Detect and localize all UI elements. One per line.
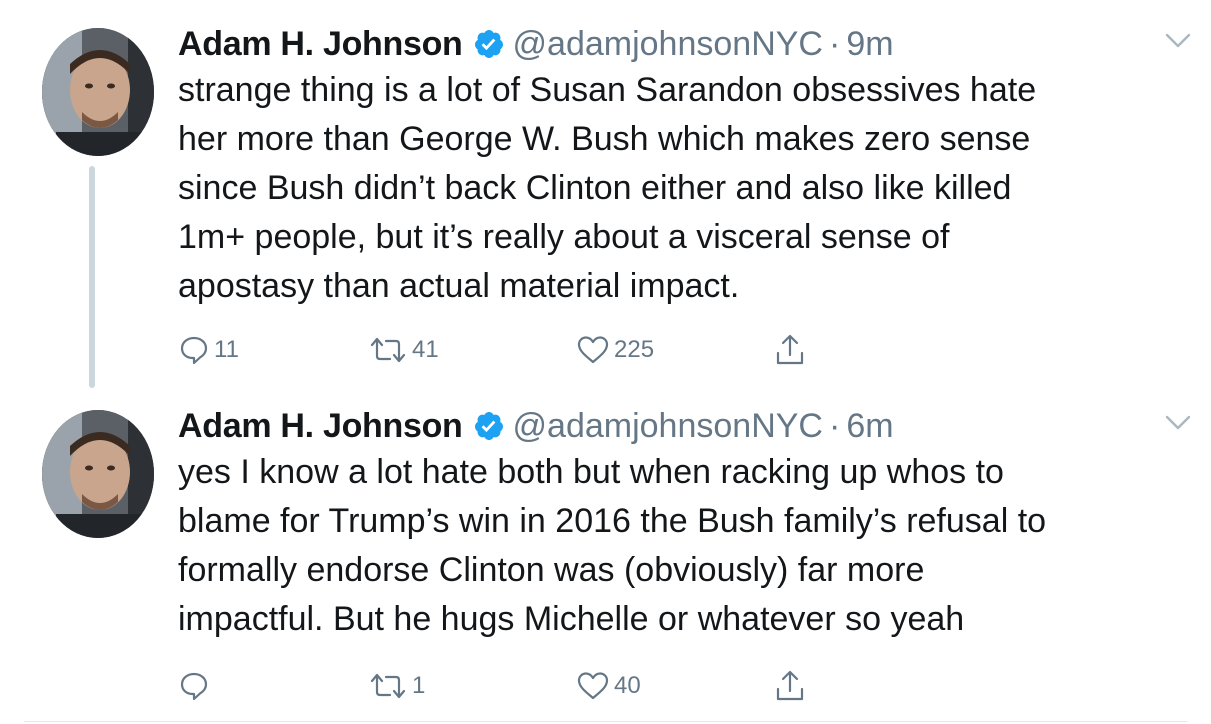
tweet-text-line: apostasy than actual material impact. xyxy=(178,267,740,305)
avatar[interactable] xyxy=(42,28,154,156)
tweet[interactable]: Adam H. Johnson @adamjohnsonNYC · 6m yes… xyxy=(0,390,1211,724)
like-button[interactable]: 40 xyxy=(576,666,641,706)
tweet-text: strange thing is a lot of Susan Sarandon… xyxy=(178,66,1188,311)
tweet-text-line: formally endorse Clinton was (obviously)… xyxy=(178,551,925,589)
header-separator: · xyxy=(828,24,841,63)
retweet-count: 1 xyxy=(412,672,426,699)
avatar[interactable] xyxy=(42,410,154,538)
author-handle[interactable]: @adamjohnsonNYC xyxy=(513,407,823,446)
avatar-image xyxy=(42,410,154,538)
retweet-icon xyxy=(370,673,406,699)
retweet-button[interactable]: 1 xyxy=(368,666,425,706)
share-button[interactable] xyxy=(774,330,806,370)
caret-down-icon[interactable] xyxy=(1165,414,1191,432)
author-name[interactable]: Adam H. Johnson xyxy=(178,407,463,446)
like-count: 225 xyxy=(614,336,655,363)
tweet-text: yes I know a lot hate both but when rack… xyxy=(178,448,1188,644)
tweet-text-line: yes I know a lot hate both but when rack… xyxy=(178,453,1004,491)
reply-button[interactable] xyxy=(178,666,214,706)
verified-icon xyxy=(473,28,505,60)
bottom-divider xyxy=(24,721,1187,722)
tweet-text-line: 1m+ people, but it’s really about a visc… xyxy=(178,218,950,256)
thread-connector-line xyxy=(89,166,95,388)
like-icon xyxy=(577,336,609,364)
share-icon xyxy=(776,334,804,365)
reply-button[interactable]: 11 xyxy=(178,330,239,370)
author-handle[interactable]: @adamjohnsonNYC xyxy=(513,25,823,64)
share-icon xyxy=(776,670,804,701)
reply-icon xyxy=(180,672,208,701)
share-button[interactable] xyxy=(774,666,806,706)
tweet-text-line: blame for Trump’s win in 2016 the Bush f… xyxy=(178,502,1047,540)
retweet-count: 41 xyxy=(412,336,439,363)
tweet-header: Adam H. Johnson @adamjohnsonNYC · 9m xyxy=(178,22,894,66)
like-count: 40 xyxy=(614,672,641,699)
tweet-timestamp[interactable]: 9m xyxy=(846,25,893,64)
tweet-text-line: impactful. But he hugs Michelle or whate… xyxy=(178,600,965,638)
tweet-header: Adam H. Johnson @adamjohnsonNYC · 6m xyxy=(178,404,894,448)
tweet-text-line: since Bush didn’t back Clinton either an… xyxy=(178,169,1012,207)
header-separator: · xyxy=(828,406,841,445)
caret-down-icon[interactable] xyxy=(1165,32,1191,50)
reply-icon xyxy=(180,336,208,365)
author-name[interactable]: Adam H. Johnson xyxy=(178,25,463,64)
avatar-image xyxy=(42,28,154,156)
tweet[interactable]: Adam H. Johnson @adamjohnsonNYC · 9m str… xyxy=(0,0,1211,390)
like-icon xyxy=(577,672,609,700)
tweet-text-line: strange thing is a lot of Susan Sarandon… xyxy=(178,71,1037,109)
retweet-icon xyxy=(370,337,406,363)
verified-icon xyxy=(473,410,505,442)
like-button[interactable]: 225 xyxy=(576,330,654,370)
tweet-thread: Adam H. Johnson @adamjohnsonNYC · 9m str… xyxy=(0,0,1211,724)
tweet-actions: 11 41 225 xyxy=(178,330,838,370)
tweet-timestamp[interactable]: 6m xyxy=(846,407,893,446)
tweet-text-line: her more than George W. Bush which makes… xyxy=(178,120,1031,158)
tweet-actions: 1 40 xyxy=(178,666,838,706)
reply-count: 11 xyxy=(214,336,239,363)
retweet-button[interactable]: 41 xyxy=(368,330,439,370)
